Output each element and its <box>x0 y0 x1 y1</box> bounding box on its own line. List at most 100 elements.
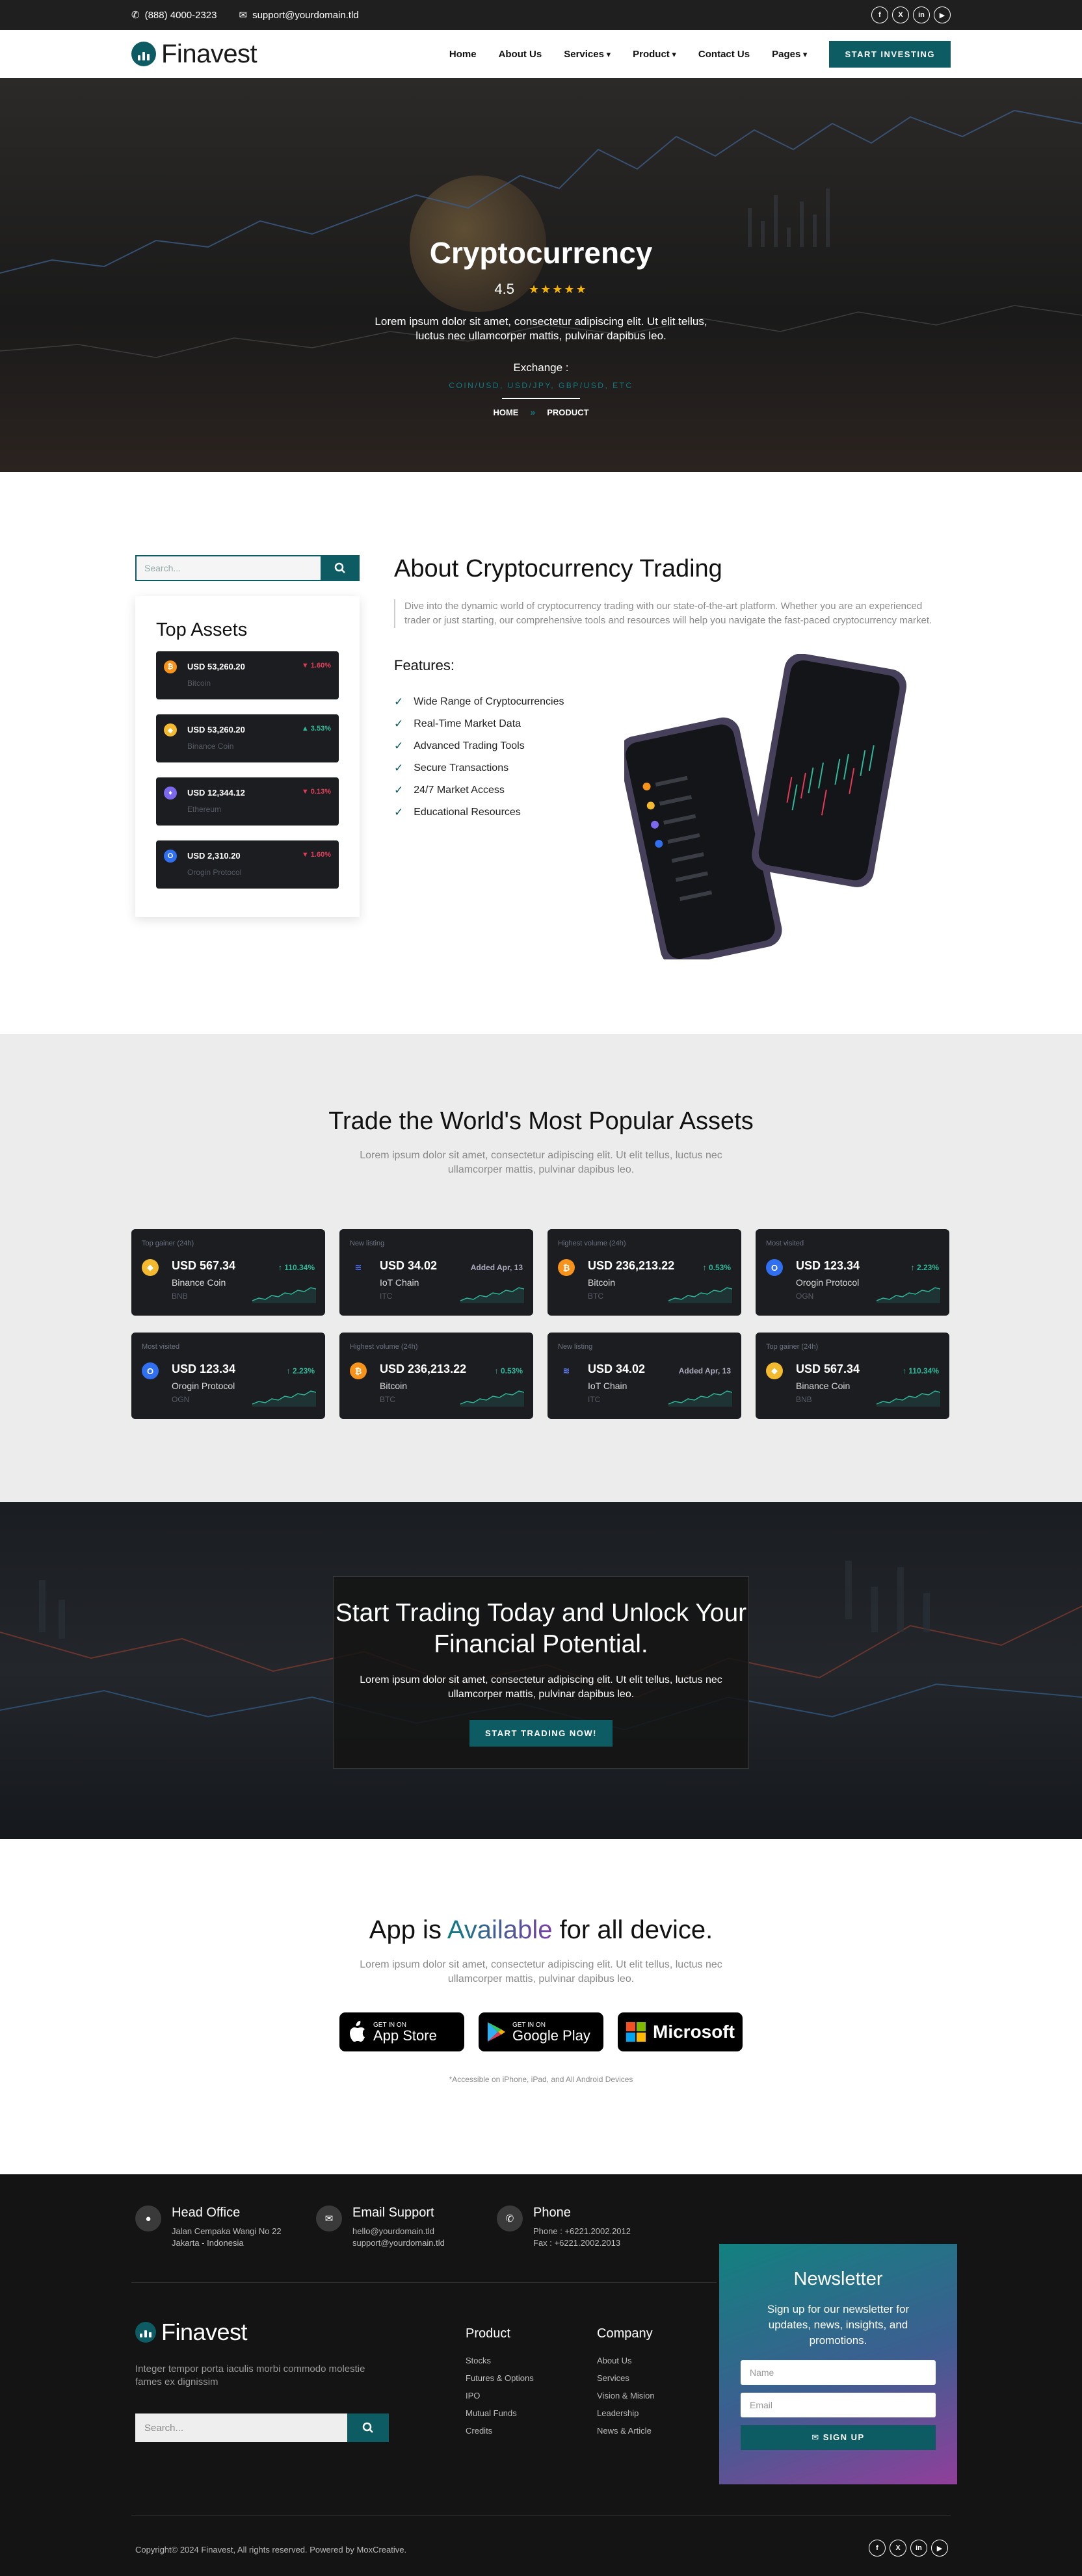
nav-pages[interactable]: Pages <box>772 49 807 60</box>
asset-cards-grid: Top gainer (24h) ◆ USD 567.34 Binance Coin B… <box>131 1229 951 1419</box>
card-name: Orogin Protocol <box>172 1381 235 1391</box>
app-title: App is Available for all device. <box>369 1916 713 1944</box>
facebook-icon[interactable]: f <box>869 2540 886 2556</box>
email-contact[interactable]: ✉ support@yourdomain.tld <box>239 9 359 21</box>
footer-link[interactable]: IPO <box>466 2391 534 2408</box>
newsletter-signup-button[interactable]: ✉ SIGN UP <box>741 2425 936 2450</box>
card-price: USD 34.02 <box>588 1362 646 1375</box>
asset-item[interactable]: ♦ USD 12,344.12 Ethereum ▼ 0.13% <box>156 777 339 826</box>
footer-link[interactable]: Stocks <box>466 2356 534 2373</box>
search-button[interactable] <box>321 555 360 581</box>
nav-about-us[interactable]: About Us <box>499 49 542 60</box>
asset-card[interactable]: New listing ≋ USD 34.02 IoT Chain ITC Added A… <box>548 1333 741 1419</box>
sparkline-chart <box>460 1390 524 1407</box>
check-icon: ✓ <box>394 784 404 796</box>
newsletter-email-input[interactable]: Email <box>741 2393 936 2417</box>
about-section: Search... Top Assets ₿ USD 53,260.20 Bit… <box>0 472 1082 1034</box>
cta-box: Start Trading Today and Unlock Your Fina… <box>333 1576 749 1769</box>
youtube-icon[interactable]: ▶ <box>934 7 951 23</box>
check-icon: ✓ <box>394 740 404 752</box>
footer-link[interactable]: News & Article <box>597 2426 655 2443</box>
asset-card[interactable]: Most visited O USD 123.34 Orogin Protocol OG… <box>131 1333 325 1419</box>
footer-link[interactable]: Services <box>597 2373 655 2391</box>
card-name: Binance Coin <box>796 1381 851 1391</box>
facebook-icon[interactable]: f <box>871 7 888 23</box>
logo-mark-icon <box>135 2322 156 2343</box>
youtube-icon[interactable]: ▶ <box>931 2540 948 2556</box>
start-trading-button[interactable]: START TRADING NOW! <box>469 1720 613 1747</box>
linkedin-icon[interactable]: in <box>910 2540 927 2556</box>
footer-company-links: Company About Us Services Vision & Misio… <box>597 2326 655 2443</box>
about-description: Dive into the dynamic world of cryptocur… <box>394 599 944 628</box>
email-address: support@yourdomain.tld <box>252 9 359 21</box>
top-bar: ✆ (888) 4000-2323 ✉ support@yourdomain.t… <box>0 0 1082 30</box>
asset-card[interactable]: Top gainer (24h) ◆ USD 567.34 Binance Coin B… <box>131 1229 325 1316</box>
newsletter-text: Sign up for our newsletter for updates, … <box>767 2303 910 2347</box>
footer-link[interactable]: Mutual Funds <box>466 2408 534 2426</box>
asset-change: ▼ 1.60% <box>301 662 331 670</box>
app-store-badge[interactable]: GET IN ON App Store <box>339 2012 464 2051</box>
iot-chain-icon: ≋ <box>350 1259 367 1276</box>
footer-search-input[interactable]: Search... <box>135 2413 347 2442</box>
about-title: About Cryptocurrency Trading <box>394 555 722 582</box>
card-tag: Most visited <box>142 1343 180 1351</box>
x-twitter-icon[interactable]: X <box>892 7 909 23</box>
footer-search-button[interactable] <box>347 2413 389 2442</box>
card-change: ↑ 0.53% <box>494 1366 523 1375</box>
start-investing-button[interactable]: START INVESTING <box>829 40 951 68</box>
app-download-section: App is Available for all device. Lorem i… <box>0 1839 1082 2174</box>
nav-contact-us[interactable]: Contact Us <box>698 49 750 60</box>
asset-card[interactable]: New listing ≋ USD 34.02 IoT Chain ITC Added A… <box>339 1229 533 1316</box>
footer-link[interactable]: Vision & Mision <box>597 2391 655 2408</box>
footer-link[interactable]: Credits <box>466 2426 534 2443</box>
rating-value: 4.5 <box>494 281 514 297</box>
card-price: USD 236,213.22 <box>588 1259 675 1272</box>
mail-icon: ✉ <box>316 2205 342 2231</box>
footer-phone: ✆ Phone Phone : +6221.2002.2012 Fax : +622… <box>497 2205 631 2249</box>
binance-coin-icon: ◆ <box>164 723 177 736</box>
asset-card[interactable]: Most visited O USD 123.34 Orogin Protocol OG… <box>756 1229 949 1316</box>
nav-home[interactable]: Home <box>449 49 477 60</box>
breadcrumb-home[interactable]: HOME <box>493 408 518 417</box>
site-logo[interactable]: Finavest <box>131 40 257 69</box>
card-symbol: OGN <box>172 1395 190 1404</box>
card-change: Added Apr, 13 <box>470 1263 523 1272</box>
google-play-label: Google Play <box>512 2027 590 2044</box>
phone-number: (888) 4000-2323 <box>144 9 217 21</box>
card-price: USD 567.34 <box>796 1362 860 1375</box>
origin-protocol-icon: O <box>766 1259 783 1276</box>
asset-change: ▼ 1.60% <box>301 851 331 859</box>
asset-item[interactable]: O USD 2,310.20 Orogin Protocol ▼ 1.60% <box>156 840 339 889</box>
newsletter-name-input[interactable]: Name <box>741 2360 936 2385</box>
footer-link[interactable]: Futures & Options <box>466 2373 534 2391</box>
asset-item[interactable]: ₿ USD 53,260.20 Bitcoin ▼ 1.60% <box>156 651 339 699</box>
asset-name: Ethereum <box>187 805 222 814</box>
asset-change: ▲ 3.53% <box>301 725 331 733</box>
asset-name: Bitcoin <box>187 679 211 688</box>
asset-card[interactable]: Top gainer (24h) ◆ USD 567.34 Binance Coin B… <box>756 1333 949 1419</box>
card-symbol: BNB <box>172 1292 188 1301</box>
phone-contact[interactable]: ✆ (888) 4000-2323 <box>131 9 217 21</box>
asset-card[interactable]: Highest volume (24h) ₿ USD 236,213.22 Bitco… <box>339 1333 533 1419</box>
search-input[interactable]: Search... <box>135 555 321 581</box>
nav-product[interactable]: Product <box>633 49 676 60</box>
footer-link[interactable]: About Us <box>597 2356 655 2373</box>
origin-protocol-icon: O <box>164 850 177 863</box>
card-change: ↑ 2.23% <box>286 1366 315 1375</box>
card-tag: Highest volume (24h) <box>558 1240 626 1247</box>
linkedin-icon[interactable]: in <box>913 7 930 23</box>
asset-price: USD 12,344.12 <box>187 788 245 798</box>
nav-services[interactable]: Services <box>564 49 611 60</box>
footer-logo[interactable]: Finavest <box>135 2319 248 2346</box>
x-twitter-icon[interactable]: X <box>890 2540 906 2556</box>
footer-link[interactable]: Leadership <box>597 2408 655 2426</box>
google-play-badge[interactable]: GET IN ON Google Play <box>479 2012 603 2051</box>
microsoft-badge[interactable]: Microsoft <box>618 2012 743 2051</box>
top-assets-title: Top Assets <box>156 619 248 640</box>
asset-card[interactable]: Highest volume (24h) ₿ USD 236,213.22 Bitco… <box>548 1229 741 1316</box>
logo-text: Finavest <box>161 39 257 68</box>
feature-item: ✓ Advanced Trading Tools <box>394 740 525 752</box>
check-icon: ✓ <box>394 718 404 730</box>
trading-app-phones-image <box>624 654 907 959</box>
asset-item[interactable]: ◆ USD 53,260.20 Binance Coin ▲ 3.53% <box>156 714 339 762</box>
